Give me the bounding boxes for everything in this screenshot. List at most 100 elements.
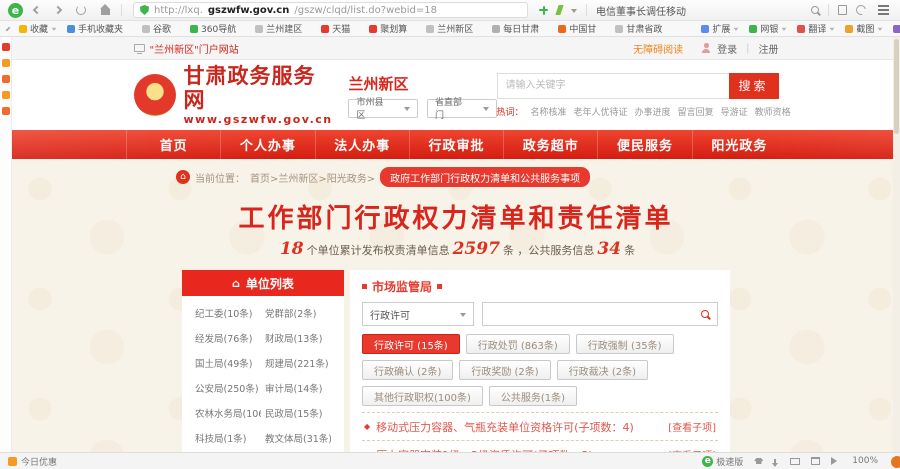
unit-link[interactable]: 财政局(13条): [265, 331, 331, 345]
scrollbar-thumb[interactable]: [894, 39, 899, 134]
zoom-level[interactable]: 100%: [852, 456, 878, 466]
unit-link[interactable]: 国土局(49条): [195, 356, 261, 370]
browser-tool-item[interactable]: 截图: [845, 22, 883, 35]
browser-search-input[interactable]: 电信董事长调任移动: [596, 3, 802, 18]
nav-item[interactable]: 行政审批: [409, 130, 503, 159]
item-search-input[interactable]: [491, 309, 701, 320]
assistant-floating-icon[interactable]: [891, 456, 900, 468]
bookmark-item[interactable]: 兰州新区: [426, 22, 482, 35]
site-brand[interactable]: 甘肃政务服务网 www.gszwfw.gov.cn: [184, 64, 337, 125]
hotword-link[interactable]: 教师资格: [755, 105, 791, 118]
category-tab[interactable]: 公共服务(1条): [489, 386, 577, 406]
side-panel-icon[interactable]: [2, 75, 10, 83]
unit-link[interactable]: 科技局(1条): [195, 431, 261, 445]
side-panel-icon[interactable]: [2, 107, 10, 115]
plugin-icon[interactable]: [539, 6, 548, 15]
register-link[interactable]: 注册: [759, 41, 779, 56]
unit-link[interactable]: 党群部(2条): [265, 306, 331, 320]
city-dropdown[interactable]: 市州县区: [348, 99, 418, 118]
breadcrumb-current-pill[interactable]: 政府工作部门行政权力清单和公共服务事项: [380, 167, 590, 187]
unit-link[interactable]: 民政局(15条): [265, 406, 331, 420]
category-select[interactable]: 行政许可: [362, 302, 474, 326]
nav-item[interactable]: 政务超市: [503, 130, 597, 159]
bookmark-item[interactable]: 每日甘肃: [492, 22, 548, 35]
home-icon[interactable]: [101, 9, 110, 15]
breadcrumb-path[interactable]: 首页>兰州新区>阳光政务>: [250, 170, 375, 185]
download-icon[interactable]: [774, 459, 776, 464]
bookmark-item[interactable]: 谷歌: [142, 22, 180, 35]
category-tab[interactable]: 行政许可 (15条): [362, 334, 460, 354]
unit-link[interactable]: 纪工委(10条): [195, 306, 261, 320]
bookmark-item[interactable]: 中国甘: [558, 22, 605, 35]
nav-item[interactable]: 阳光政务: [692, 130, 786, 159]
browser-tool-item[interactable]: 翻译: [797, 22, 835, 35]
hotword-link[interactable]: 办事进度: [635, 105, 671, 118]
forward-icon[interactable]: [54, 6, 62, 14]
browser-tool-item[interactable]: 游戏: [893, 22, 900, 35]
side-panel-icon[interactable]: [2, 91, 10, 99]
bookmark-item[interactable]: 手机收藏夹: [67, 22, 132, 35]
category-tab[interactable]: 行政强制 (35条): [576, 334, 674, 354]
unit-link[interactable]: 农林水务局(106条): [195, 406, 261, 420]
bookmark-item[interactable]: 收藏: [19, 22, 57, 35]
sound-icon[interactable]: [831, 457, 841, 465]
browser-360-logo[interactable]: e: [8, 3, 23, 18]
browser-tool-item[interactable]: 扩展: [701, 22, 739, 35]
nav-item[interactable]: 便民服务: [597, 130, 691, 159]
unit-link[interactable]: 经发局(76条): [195, 331, 261, 345]
statusbar-deals[interactable]: 今日优惠: [8, 455, 57, 468]
unit-link[interactable]: 审计局(14条): [265, 381, 331, 395]
chevron-down-icon[interactable]: [571, 9, 577, 16]
bookmark-item[interactable]: 天猫: [321, 22, 359, 35]
nav-item[interactable]: 首页: [126, 130, 220, 159]
browser-tool-item[interactable]: 网银: [749, 22, 787, 35]
site-search-input[interactable]: [497, 73, 729, 99]
nav-item[interactable]: 法人办事: [315, 130, 409, 159]
category-tab[interactable]: 其他行政职权(100条): [362, 386, 483, 406]
hotword-link[interactable]: 老年人优待证: [574, 105, 628, 118]
category-tab[interactable]: 行政处罚 (863条): [466, 334, 570, 354]
reader-mode-icon[interactable]: [838, 5, 847, 15]
address-bar[interactable]: http://lxq.gszwfw.gov.cn/gszw/clqd/list.…: [133, 2, 528, 18]
bookmark-item[interactable]: 甘肃省政: [615, 22, 671, 35]
browser-search-icon[interactable]: [811, 6, 819, 14]
portal-tab-label[interactable]: "兰州新区"门户网站: [150, 41, 239, 56]
window-icon[interactable]: [811, 457, 820, 465]
speed-mode-indicator[interactable]: e 极速版: [702, 455, 743, 468]
hotword-link[interactable]: 名称核准: [531, 105, 567, 118]
menu-icon[interactable]: [878, 9, 889, 11]
category-tab[interactable]: 行政裁决 (2条): [557, 360, 648, 380]
site-search-button[interactable]: 搜索: [729, 73, 779, 99]
item-search-icon[interactable]: [701, 310, 709, 318]
unit-link[interactable]: 公安局(250条): [195, 381, 261, 395]
back-icon[interactable]: [33, 6, 41, 14]
desktop-icon[interactable]: [790, 458, 800, 465]
hotword-link[interactable]: 留言回复: [678, 105, 714, 118]
unit-link[interactable]: 规建局(221条): [265, 356, 331, 370]
department-dropdown[interactable]: 省直部门: [427, 99, 497, 118]
bookmark-item[interactable]: 聚划算: [369, 22, 416, 35]
hotword-link[interactable]: 导游证: [721, 105, 748, 118]
security-shield-icon[interactable]: [140, 5, 149, 15]
page-scrollbar[interactable]: [893, 37, 900, 452]
category-tab[interactable]: 行政确认 (2条): [362, 360, 453, 380]
history-icon[interactable]: [854, 3, 868, 17]
bookmarks-collapse-icon[interactable]: [6, 26, 11, 31]
side-panel-icon[interactable]: [2, 43, 10, 51]
side-panel-icon[interactable]: [2, 59, 10, 67]
refresh-icon[interactable]: [76, 5, 86, 15]
item-search-box[interactable]: [482, 302, 718, 326]
bookmark-item[interactable]: 360导航: [190, 22, 245, 35]
bookmark-item[interactable]: 兰州建区: [255, 22, 311, 35]
breadcrumb-home-icon[interactable]: ⌂: [176, 170, 190, 184]
view-subitems-link[interactable]: [查看子项]: [668, 419, 716, 434]
unit-link[interactable]: 教文体局(31条): [265, 431, 331, 445]
login-link[interactable]: 登录: [717, 41, 737, 56]
bookmark-label: 甘肃省政: [626, 22, 662, 35]
accessibility-link[interactable]: 无障碍阅读: [633, 41, 683, 56]
speedup-bolt-icon[interactable]: [555, 5, 563, 15]
skin-icon[interactable]: [754, 458, 763, 464]
category-tab[interactable]: 行政奖励 (2条): [459, 360, 550, 380]
permission-item-text[interactable]: 移动式压力容器、气瓶充装单位资格许可(子项数：4): [376, 419, 634, 435]
nav-item[interactable]: 个人办事: [220, 130, 314, 159]
